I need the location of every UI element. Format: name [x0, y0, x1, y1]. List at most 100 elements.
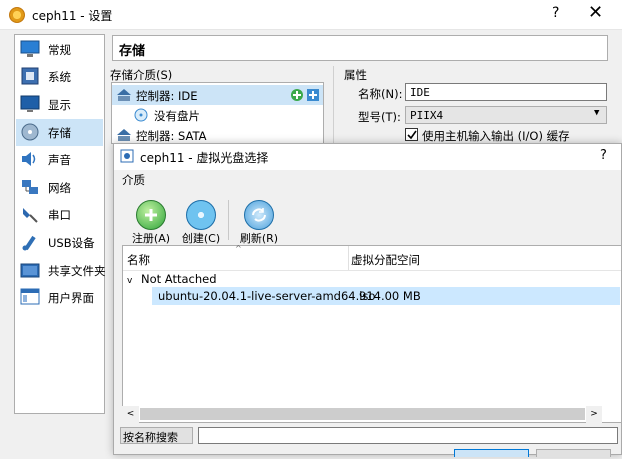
- storage-medium-label: 存储介质(S): [110, 68, 173, 82]
- main-titlebar: ceph11 - 设置 ? ✕: [0, 0, 622, 30]
- medium-menu[interactable]: 介质: [122, 172, 145, 188]
- choose-button[interactable]: [454, 449, 529, 457]
- section-title-box: 存储: [112, 35, 608, 61]
- sort-caret-icon: ^: [235, 244, 242, 253]
- column-header-virtual-size[interactable]: 虚拟分配空间: [351, 252, 420, 268]
- chevron-down-icon[interactable]: v: [127, 276, 141, 286]
- tree-row-controller-sata[interactable]: 控制器: SATA: [112, 126, 323, 144]
- type-field-label: 型号(T):: [358, 110, 401, 124]
- attributes-label: 属性: [344, 68, 367, 82]
- controller-type-select[interactable]: PIIX4 ▼: [405, 106, 607, 124]
- settings-sidebar: 常规 系统 显示 存储 声音 网络 串口 USB设备 共享文件夹 用户界面: [14, 34, 106, 414]
- column-header-name[interactable]: 名称: [127, 252, 150, 268]
- sidebar-item-usb[interactable]: USB设备: [16, 229, 103, 256]
- io-cache-label: 使用主机输入输出 (I/O) 缓存: [422, 129, 570, 143]
- create-button-label: 创建(C): [181, 232, 221, 245]
- sidebar-label: 网络: [48, 181, 71, 195]
- sidebar-label: 系统: [48, 70, 71, 84]
- close-button[interactable]: ✕: [588, 2, 603, 23]
- dialog-titlebar: ceph11 - 虚拟光盘选择 ?: [114, 144, 621, 170]
- scrollbar-thumb[interactable]: [140, 408, 585, 420]
- refresh-icon: [244, 200, 274, 230]
- controller-name-input[interactable]: IDE: [405, 83, 607, 101]
- sidebar-label: 串口: [48, 208, 71, 222]
- scroll-right-arrow-icon[interactable]: >: [586, 406, 602, 423]
- controller-ide-label: 控制器: IDE: [136, 89, 198, 103]
- register-button-label: 注册(A): [131, 232, 171, 245]
- group-row-not-attached[interactable]: v Not Attached: [127, 272, 217, 286]
- sidebar-label: 共享文件夹: [48, 264, 106, 278]
- sidebar-label: USB设备: [48, 236, 95, 250]
- sidebar-item-audio[interactable]: 声音: [16, 146, 103, 173]
- virtualbox-app-icon: [9, 7, 25, 23]
- shared-folder-icon: [20, 263, 40, 278]
- optical-disc-icon: [134, 108, 148, 122]
- type-select-value: PIIX4: [410, 109, 444, 122]
- dialog-disc-icon: [120, 149, 134, 163]
- sidebar-item-general[interactable]: 常规: [16, 36, 103, 63]
- register-button[interactable]: 注册(A): [126, 200, 172, 245]
- cancel-button[interactable]: [536, 449, 611, 457]
- search-by-name-button[interactable]: 按名称搜索: [120, 427, 193, 444]
- user-interface-icon: [20, 288, 40, 305]
- search-input[interactable]: [198, 427, 618, 444]
- page-title: 存储: [119, 44, 146, 59]
- chip-system-icon: [21, 67, 39, 85]
- display-icon: [20, 95, 40, 112]
- sidebar-label: 常规: [48, 43, 71, 57]
- controller-icon: [117, 89, 131, 101]
- sidebar-item-network[interactable]: 网络: [16, 174, 103, 201]
- storage-tree: 控制器: IDE 没有盘片 控制器: SATA: [111, 82, 324, 144]
- sidebar-item-system[interactable]: 系统: [16, 63, 103, 90]
- tree-row-controller-ide[interactable]: 控制器: IDE: [112, 85, 323, 105]
- controller-sata-label: 控制器: SATA: [136, 129, 207, 143]
- window-title: ceph11 - 设置: [32, 9, 113, 23]
- table-row[interactable]: ubuntu-20.04.1-live-server-amd64.iso 914…: [152, 287, 620, 305]
- medium-size: 914.00 MB: [359, 289, 421, 303]
- media-list: ^ 名称 虚拟分配空间 v Not Attached ubuntu-20.04.1…: [122, 244, 622, 423]
- serial-port-icon: [23, 208, 38, 223]
- storage-disk-icon: [21, 123, 39, 141]
- controller-icon: [117, 129, 131, 141]
- dialog-title: ceph11 - 虚拟光盘选择: [140, 151, 269, 165]
- horizontal-scrollbar[interactable]: < >: [122, 406, 602, 423]
- usb-icon: [22, 235, 36, 251]
- sidebar-label: 用户界面: [48, 291, 94, 305]
- create-button[interactable]: 创建(C): [176, 200, 222, 245]
- medium-name: ubuntu-20.04.1-live-server-amd64.iso: [158, 289, 376, 303]
- plus-icon: [145, 209, 157, 221]
- dialog-help-button[interactable]: ?: [600, 148, 607, 163]
- create-disc-icon: [186, 200, 216, 230]
- help-button[interactable]: ?: [552, 5, 559, 21]
- dialog-buttons: [454, 449, 622, 459]
- column-separator[interactable]: [348, 246, 349, 270]
- group-label: Not Attached: [141, 272, 217, 286]
- speaker-icon: [22, 152, 36, 166]
- header-divider: [123, 270, 621, 271]
- sidebar-item-storage[interactable]: 存储: [16, 119, 103, 146]
- add-disk-icon[interactable]: [306, 88, 320, 102]
- sidebar-label: 声音: [48, 153, 71, 167]
- scroll-left-arrow-icon[interactable]: <: [122, 406, 139, 423]
- sidebar-item-serial[interactable]: 串口: [16, 201, 103, 228]
- io-cache-checkbox[interactable]: [405, 128, 418, 141]
- sidebar-label: 显示: [48, 98, 71, 112]
- empty-disk-label: 没有盘片: [154, 109, 200, 123]
- monitor-general-icon: [20, 40, 40, 57]
- network-icon: [22, 180, 38, 194]
- name-field-label: 名称(N):: [358, 87, 403, 101]
- tree-row-empty-disk[interactable]: 没有盘片: [130, 106, 320, 124]
- search-row: 按名称搜索: [120, 427, 618, 445]
- check-icon: [407, 130, 417, 140]
- add-optical-drive-icon[interactable]: [290, 88, 304, 102]
- pane-divider[interactable]: [333, 66, 334, 144]
- sidebar-item-shared-folders[interactable]: 共享文件夹: [16, 257, 106, 284]
- sidebar-item-display[interactable]: 显示: [16, 91, 103, 118]
- virtual-optical-disk-dialog: ceph11 - 虚拟光盘选择 ? 介质 注册(A) 创建(C) 刷新(R) ^…: [113, 143, 622, 457]
- sidebar-label: 存储: [48, 126, 71, 140]
- refresh-arrows-icon: [252, 208, 266, 222]
- toolbar-separator: [228, 200, 229, 240]
- refresh-button[interactable]: 刷新(R): [234, 200, 280, 245]
- register-add-icon: [136, 200, 166, 230]
- sidebar-item-user-interface[interactable]: 用户界面: [16, 284, 103, 311]
